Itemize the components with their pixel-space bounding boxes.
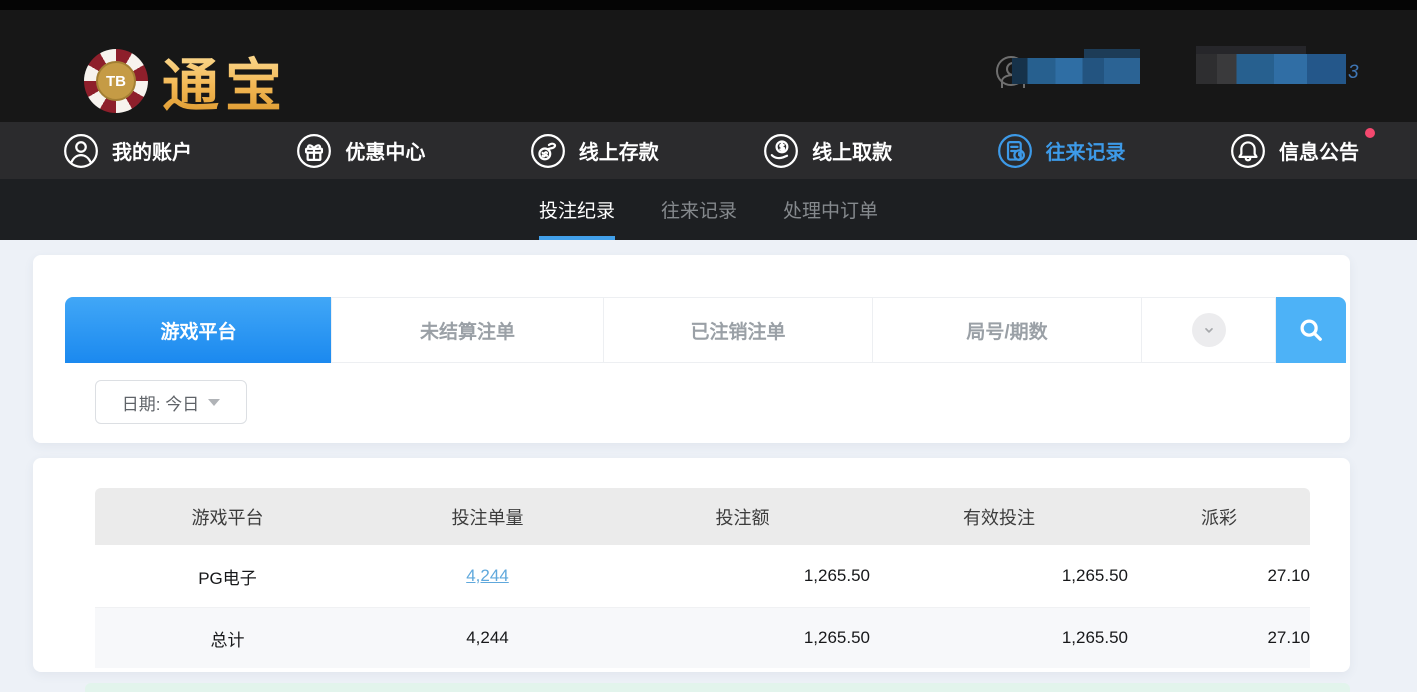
redacted-suffix: 3 [1348, 62, 1359, 84]
tab-unsettled-bets[interactable]: 未结算注单 [331, 297, 604, 363]
search-icon [1296, 315, 1326, 345]
col-header-bet-amount: 投注额 [615, 504, 870, 530]
cell-total-payout: 27.10 [1128, 628, 1310, 648]
redacted-username [1012, 58, 1140, 84]
cell-valid-bet: 1,265.50 [870, 566, 1128, 586]
nav-label: 线上存款 [579, 136, 659, 165]
cell-total-valid-bet: 1,265.50 [870, 628, 1128, 648]
cell-payout: 27.10 [1128, 566, 1310, 586]
cell-platform: PG电子 [95, 564, 360, 589]
poker-chip-icon: TB [84, 49, 148, 113]
content-area: 游戏平台 未结算注单 已注销注单 局号/期数 日期: 今日 [0, 240, 1417, 692]
brand-badge: TB [96, 61, 136, 101]
main-navigation: 我的账户 优惠中心 线上存款 线上取款 往来记录 [0, 122, 1417, 179]
subnav-item-betting-records[interactable]: 投注纪录 [539, 179, 615, 240]
nav-label: 往来记录 [1046, 136, 1126, 165]
tabs-expand-button[interactable] [1141, 297, 1276, 363]
date-filter-label: 日期: 今日 [122, 390, 199, 415]
brand-name: 通宝 [162, 40, 288, 122]
gift-icon [295, 132, 333, 170]
cell-total-label: 总计 [95, 626, 360, 651]
top-strip [0, 0, 1417, 10]
redacted-account [1196, 54, 1346, 84]
subnav-item-processing-orders[interactable]: 处理中订单 [783, 179, 878, 240]
records-clipboard-clock-icon [996, 132, 1034, 170]
cell-total-bet-amount: 1,265.50 [615, 628, 870, 648]
subnav-item-transaction-records[interactable]: 往来记录 [661, 179, 737, 240]
user-circle-icon [62, 132, 100, 170]
col-header-platform: 游戏平台 [95, 504, 360, 530]
brand-logo[interactable]: TB 通宝 [84, 40, 288, 122]
col-header-valid-bet: 有效投注 [870, 504, 1128, 530]
nav-label: 优惠中心 [345, 136, 425, 165]
withdraw-hand-dollar-icon [762, 132, 800, 170]
nav-label: 我的账户 [112, 136, 192, 165]
nav-item-announcements[interactable]: 信息公告 [1229, 132, 1359, 170]
results-card: 游戏平台 投注单量 投注额 有效投注 派彩 PG电子 4,244 1,265.5… [33, 458, 1350, 672]
deposit-hand-coin-icon [529, 132, 567, 170]
nav-item-online-deposit[interactable]: 线上存款 [529, 132, 659, 170]
table-total-row: 总计 4,244 1,265.50 1,265.50 27.10 [95, 608, 1310, 668]
nav-item-promotions[interactable]: 优惠中心 [295, 132, 425, 170]
nav-item-transaction-records[interactable]: 往来记录 [996, 132, 1126, 170]
col-header-payout: 派彩 [1128, 504, 1310, 530]
tab-game-platform[interactable]: 游戏平台 [65, 297, 332, 363]
betting-summary-table: 游戏平台 投注单量 投注额 有效投注 派彩 PG电子 4,244 1,265.5… [95, 488, 1310, 668]
table-header-row: 游戏平台 投注单量 投注额 有效投注 派彩 [95, 488, 1310, 545]
app-window: TB 通宝 3 我的账户 优惠中心 线上存款 [0, 0, 1417, 692]
nav-label: 线上取款 [812, 136, 892, 165]
tab-cancelled-bets[interactable]: 已注销注单 [603, 297, 873, 363]
cell-total-bet-count: 4,244 [360, 628, 615, 648]
caret-down-icon [208, 399, 220, 406]
filter-card: 游戏平台 未结算注单 已注销注单 局号/期数 日期: 今日 [33, 255, 1350, 443]
filter-tabs: 游戏平台 未结算注单 已注销注单 局号/期数 [65, 297, 1350, 363]
next-section-strip [85, 683, 1350, 692]
nav-label: 信息公告 [1279, 136, 1359, 165]
cell-bet-amount: 1,265.50 [615, 566, 870, 586]
tab-round-number[interactable]: 局号/期数 [872, 297, 1142, 363]
nav-item-online-withdrawal[interactable]: 线上取款 [762, 132, 892, 170]
search-button[interactable] [1276, 297, 1346, 363]
header-bar: TB 通宝 3 [0, 10, 1417, 122]
date-filter-button[interactable]: 日期: 今日 [95, 380, 247, 424]
chevron-down-icon [1192, 313, 1226, 347]
notification-dot [1365, 128, 1375, 138]
sub-navigation: 投注纪录 往来记录 处理中订单 [0, 179, 1417, 240]
table-row: PG电子 4,244 1,265.50 1,265.50 27.10 [95, 545, 1310, 608]
bet-count-link[interactable]: 4,244 [466, 566, 509, 585]
nav-item-my-account[interactable]: 我的账户 [62, 132, 192, 170]
bell-icon [1229, 132, 1267, 170]
col-header-bet-count: 投注单量 [360, 504, 615, 530]
